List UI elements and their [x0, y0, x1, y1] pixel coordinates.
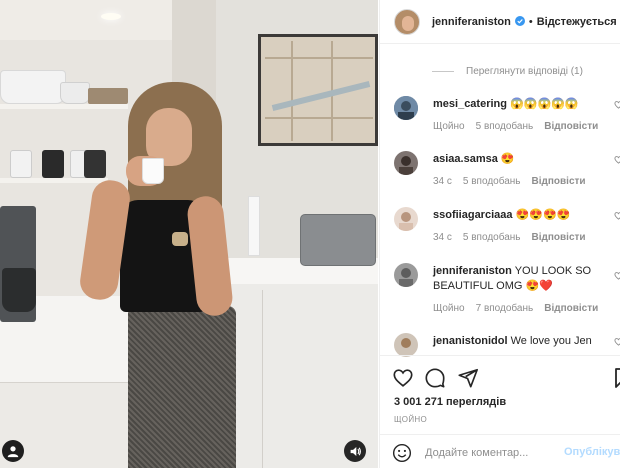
comment-content: 😍😍😍😍	[515, 209, 571, 221]
post-header: jenniferaniston • Відстежується	[380, 0, 620, 44]
comment-like-icon[interactable]	[614, 271, 620, 280]
comment-likes[interactable]: 5 вподобань	[463, 232, 521, 243]
comment-likes[interactable]: 5 вподобань	[476, 121, 534, 132]
scene-wall-map	[258, 34, 378, 146]
comment-time[interactable]: 34 с	[433, 176, 452, 187]
commenter-avatar[interactable]	[394, 263, 418, 287]
comment-time[interactable]: Щойно	[433, 303, 465, 314]
comment-reply-button[interactable]: Відповісти	[544, 303, 598, 314]
commenter-avatar-image	[394, 96, 418, 120]
comment-time[interactable]: Щойно	[433, 121, 465, 132]
scene-paper-towel	[248, 196, 260, 256]
post-side-panel: jenniferaniston • Відстежується Переглян…	[379, 0, 620, 468]
comment-composer: Опублікувати	[380, 434, 620, 468]
commenter-avatar-image	[394, 263, 418, 287]
comment-meta: Щойно 5 вподобань Відповісти	[433, 121, 609, 132]
commenter-avatar[interactable]	[394, 333, 418, 357]
view-replies-label[interactable]: Переглянути відповіді (1)	[466, 66, 583, 77]
comment-reply-button[interactable]: Відповісти	[532, 176, 586, 187]
comment-meta: Щойно 7 вподобань Відповісти	[433, 303, 609, 314]
view-count[interactable]: 3 001 271 переглядів	[394, 396, 506, 408]
scene-pot	[0, 70, 66, 104]
author-username[interactable]: jenniferaniston	[432, 15, 525, 28]
commenter-avatar[interactable]	[394, 207, 418, 231]
commenter-avatar-image	[394, 333, 418, 357]
commenter-username[interactable]: jenanistonidol	[433, 335, 508, 347]
emoji-icon[interactable]	[392, 443, 412, 463]
comment-text: mesi_catering 😱😱😱😱😱	[433, 97, 611, 112]
commenter-username[interactable]: ssofiiagarciaaa	[433, 209, 513, 221]
comment-likes[interactable]: 5 вподобань	[463, 176, 521, 187]
comment-time[interactable]: 34 с	[433, 232, 452, 243]
comment-like-icon[interactable]	[614, 155, 620, 164]
bookmark-icon[interactable]	[615, 367, 620, 389]
comment-text: jenanistonidol We love you Jen	[433, 334, 611, 349]
commenter-username[interactable]: jenniferaniston	[433, 265, 512, 277]
commenter-username[interactable]: mesi_catering	[433, 98, 507, 110]
following-button[interactable]: Відстежується	[537, 16, 617, 28]
user-tag-icon	[7, 446, 19, 458]
commenter-avatar[interactable]	[394, 151, 418, 175]
avatar-face	[402, 15, 414, 31]
post-date[interactable]: ЩОЙНО	[394, 415, 427, 424]
sound-icon	[350, 446, 361, 456]
comment-content: 😱😱😱😱😱	[510, 98, 579, 110]
replies-line	[432, 71, 454, 72]
commenter-username[interactable]: asiaa.samsa	[433, 153, 498, 165]
comment-like-icon[interactable]	[614, 211, 620, 220]
verified-icon	[514, 15, 525, 26]
commenter-avatar-image	[394, 151, 418, 175]
user-tag-button[interactable]	[2, 440, 24, 462]
person-cup	[142, 158, 164, 184]
post-video[interactable]	[0, 0, 378, 468]
comment-meta: 34 с 5 вподобань Відповісти	[433, 232, 597, 243]
map-river	[271, 80, 371, 112]
commenter-avatar[interactable]	[394, 96, 418, 120]
sound-toggle-button[interactable]	[344, 440, 366, 462]
commenter-avatar-image	[394, 207, 418, 231]
comment-text: asiaa.samsa 😍	[433, 152, 611, 167]
comment-like-icon[interactable]	[614, 100, 620, 109]
heart-icon[interactable]	[392, 367, 414, 389]
share-icon[interactable]	[457, 367, 479, 389]
header-separator: •	[528, 15, 533, 28]
map-road	[265, 57, 373, 59]
author-username-text[interactable]: jenniferaniston	[432, 16, 511, 28]
scene-mug	[42, 150, 64, 178]
comment-text: ssofiiagarciaaa 😍😍😍😍	[433, 208, 611, 223]
comment-input[interactable]	[425, 444, 555, 462]
comment-text: jenniferaniston YOU LOOK SO BEAUTIFUL OM…	[433, 264, 611, 294]
instagram-post-modal: jenniferaniston • Відстежується Переглян…	[0, 0, 620, 468]
post-actions: 3 001 271 переглядів ЩОЙНО Опублікувати	[380, 355, 620, 468]
scene-cabinet-line	[262, 290, 263, 468]
scene-mug	[84, 150, 106, 178]
person-watch	[172, 232, 188, 246]
person-skirt	[128, 306, 236, 468]
comment-reply-button[interactable]: Відповісти	[532, 232, 586, 243]
comment-like-icon[interactable]	[614, 337, 620, 346]
comment-content: 😍	[500, 153, 515, 165]
comment-meta: 34 с 5 вподобань Відповісти	[433, 176, 597, 187]
scene-basket	[88, 88, 128, 104]
comment-content: We love you Jen	[510, 335, 592, 347]
scene-shelf	[0, 104, 128, 109]
map-road	[291, 41, 293, 141]
scene-ceiling-light	[101, 13, 121, 20]
scene-toaster	[300, 214, 376, 266]
comment-likes[interactable]: 7 вподобань	[476, 303, 534, 314]
view-replies-link[interactable]: Переглянути відповіді (1)	[432, 66, 583, 77]
scene-shelf	[0, 178, 108, 183]
post-comment-button[interactable]: Опублікувати	[564, 446, 620, 458]
comment-icon[interactable]	[424, 367, 446, 389]
map-road	[265, 117, 373, 119]
author-avatar[interactable]	[394, 8, 420, 35]
scene-mug	[10, 150, 32, 178]
comment-reply-button[interactable]: Відповісти	[544, 121, 598, 132]
scene-coffee-pot	[2, 268, 36, 312]
scene-pot	[60, 82, 90, 104]
